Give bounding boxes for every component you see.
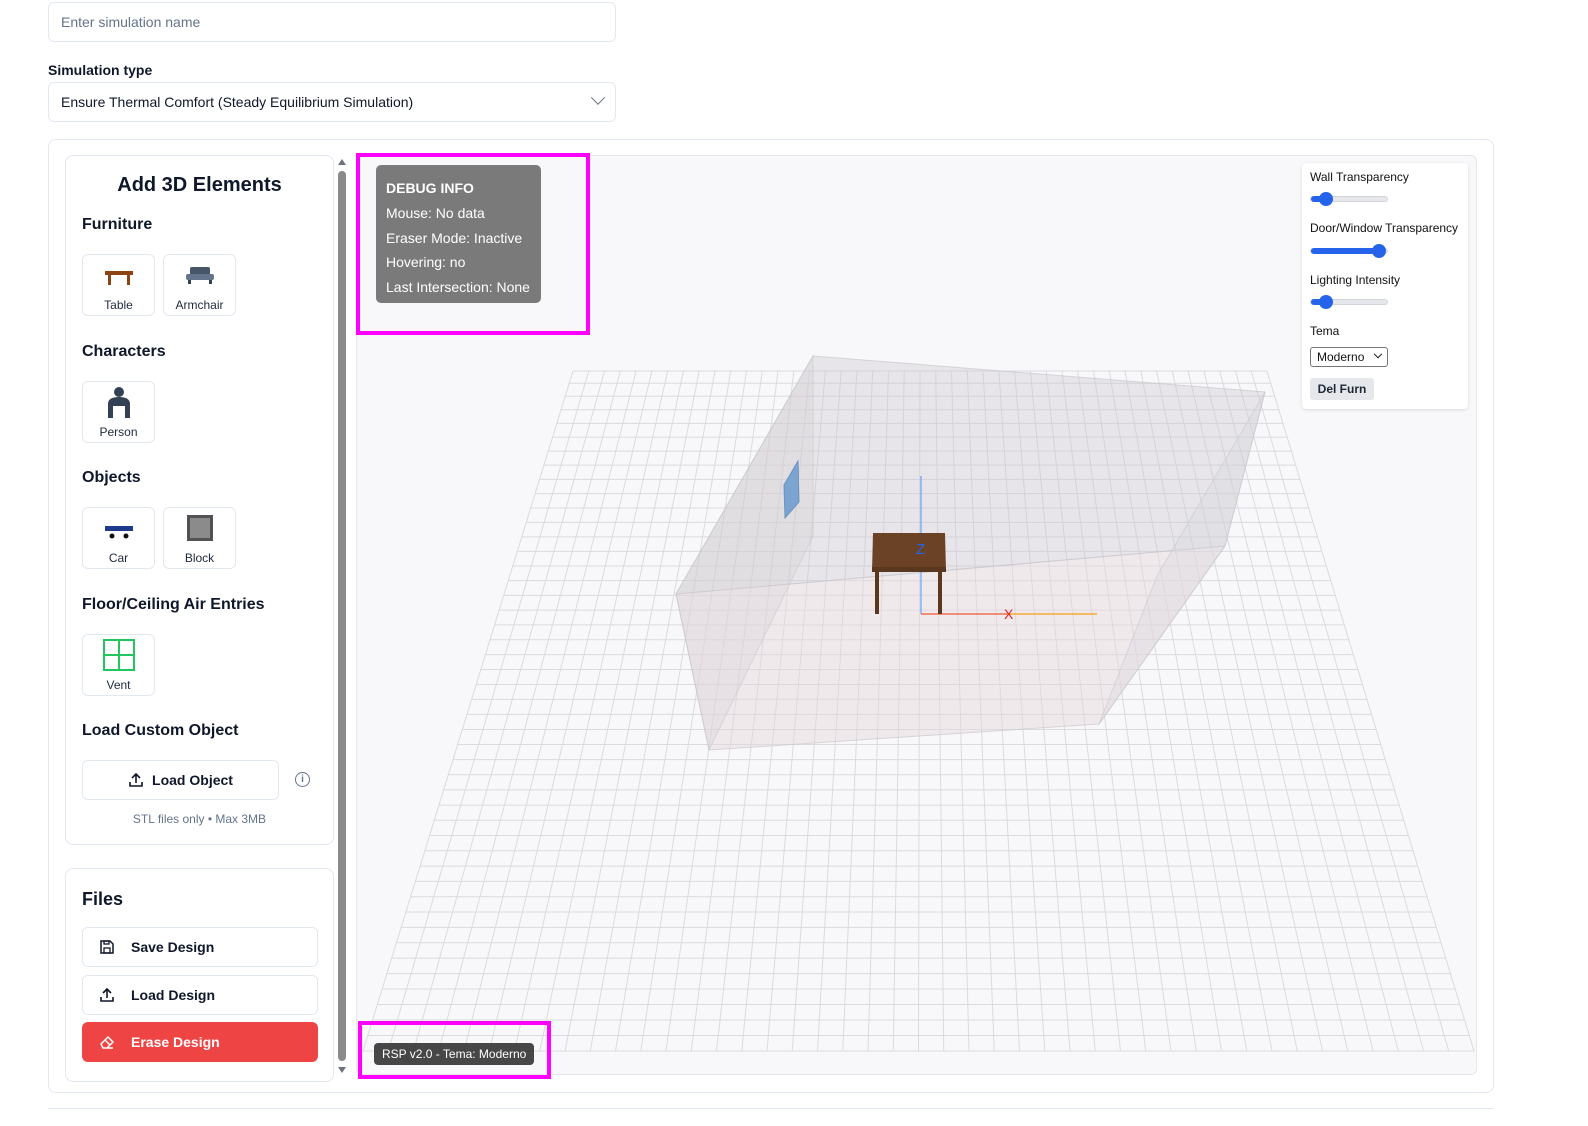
chevron-down-icon: [1373, 349, 1383, 359]
vent-icon: [102, 639, 135, 671]
tile-person[interactable]: Person: [82, 381, 155, 443]
tile-label: Armchair: [175, 298, 224, 312]
grid-line: [413, 370, 606, 1052]
slider-thumb[interactable]: [1319, 192, 1334, 206]
tema-select[interactable]: Moderno: [1310, 347, 1388, 367]
save-design-label: Save Design: [131, 939, 215, 955]
del-furn-button[interactable]: Del Furn: [1310, 378, 1374, 400]
lighting-intensity-label: Lighting Intensity: [1310, 273, 1401, 287]
grid-line: [387, 370, 590, 1052]
tile-label: Block: [184, 551, 215, 565]
files-panel: Files Save Design Load Design Erase Desi…: [65, 868, 334, 1082]
version-highlight-frame: [358, 1021, 551, 1079]
wall-transparency-slider[interactable]: [1310, 192, 1388, 206]
grid-line: [438, 370, 621, 1052]
chevron-down-icon: [590, 90, 606, 105]
block-icon: [186, 515, 213, 541]
simulation-type-label: Simulation type: [48, 62, 153, 78]
scroll-thumb[interactable]: [338, 171, 346, 1061]
grid-line: [514, 370, 669, 1052]
tile-block[interactable]: Block: [163, 507, 236, 569]
grid-line: [539, 370, 684, 1052]
load-design-label: Load Design: [131, 987, 216, 1003]
armchair-icon: [185, 267, 214, 284]
debug-highlight-frame: [356, 153, 590, 335]
simulation-name-input[interactable]: [48, 2, 616, 42]
wall-transparency-label: Wall Transparency: [1310, 170, 1409, 184]
add-elements-panel: Add 3D Elements Furniture Table Armchair…: [65, 155, 334, 845]
door-window-transparency-slider[interactable]: [1310, 244, 1388, 258]
z-axis-label: Z: [916, 541, 925, 558]
divider: [48, 1108, 1494, 1109]
table-icon: [104, 271, 133, 285]
save-icon: [100, 940, 114, 954]
slider-thumb[interactable]: [1319, 295, 1334, 309]
save-design-button[interactable]: Save Design: [82, 927, 318, 967]
view-controls-panel: Wall Transparency Door/Window Transparen…: [1302, 163, 1468, 409]
grid-line: [589, 370, 716, 1052]
panel-title: Add 3D Elements: [117, 174, 282, 196]
upload-icon: [129, 772, 143, 787]
tile-vent[interactable]: Vent: [82, 634, 155, 696]
info-icon[interactable]: i: [295, 772, 310, 787]
tile-label: Car: [108, 551, 129, 565]
tile-label: Vent: [106, 678, 131, 692]
upload-icon: [100, 987, 114, 1002]
x-axis-label: X: [1004, 606, 1014, 622]
door-window-transparency-label: Door/Window Transparency: [1310, 221, 1459, 235]
panel-scrollbar[interactable]: [337, 155, 347, 1075]
erase-design-label: Erase Design: [131, 1034, 220, 1050]
files-title: Files: [82, 889, 124, 909]
tema-value: Moderno: [1317, 350, 1365, 364]
person-icon: [107, 387, 130, 418]
car-icon: [104, 526, 133, 539]
grid-line: [463, 370, 637, 1052]
grid-line: [362, 370, 574, 1052]
section-custom-object: Load Custom Object: [82, 722, 239, 739]
section-characters: Characters: [82, 343, 166, 360]
load-object-button[interactable]: Load Object: [82, 760, 279, 800]
tile-table[interactable]: Table: [82, 254, 155, 316]
erase-design-button[interactable]: Erase Design: [82, 1022, 318, 1062]
tile-label: Person: [99, 425, 138, 439]
grid-line: [1266, 370, 1475, 1052]
load-design-button[interactable]: Load Design: [82, 975, 318, 1015]
grid-line: [1219, 370, 1399, 1052]
section-air-entries: Floor/Ceiling Air Entries: [82, 596, 265, 613]
tile-car[interactable]: Car: [82, 507, 155, 569]
load-object-label: Load Object: [152, 772, 233, 788]
grid-line: [1234, 370, 1424, 1052]
stl-note: STL files only • Max 3MB: [132, 812, 267, 826]
scroll-up-icon[interactable]: [338, 159, 346, 165]
simulation-type-select[interactable]: Ensure Thermal Comfort (Steady Equilibri…: [48, 82, 616, 122]
simulation-type-value: Ensure Thermal Comfort (Steady Equilibri…: [61, 94, 414, 110]
tile-armchair[interactable]: Armchair: [163, 254, 236, 316]
tile-label: Table: [104, 298, 133, 312]
scroll-down-icon[interactable]: [338, 1067, 346, 1073]
section-furniture: Furniture: [82, 216, 153, 233]
grid-line: [1250, 370, 1450, 1052]
grid-line: [488, 370, 653, 1052]
lighting-intensity-slider[interactable]: [1310, 295, 1388, 309]
slider-thumb[interactable]: [1372, 244, 1387, 258]
tema-label: Tema: [1310, 324, 1340, 338]
grid-line: [564, 370, 700, 1052]
section-objects: Objects: [82, 469, 141, 486]
eraser-icon: [100, 1035, 115, 1049]
